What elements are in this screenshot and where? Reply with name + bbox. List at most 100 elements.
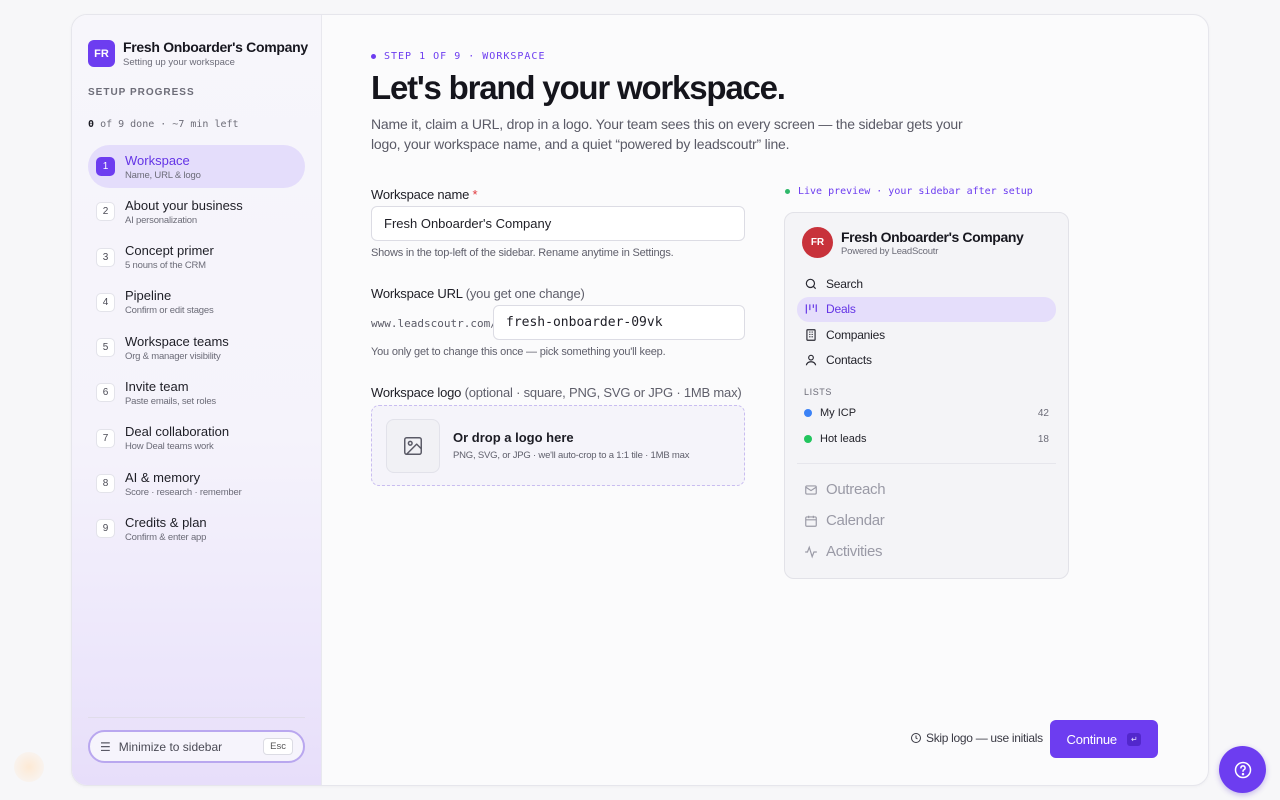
clock-icon (911, 733, 921, 743)
live-preview-label: Live preview · your sidebar after setup (785, 186, 1033, 197)
step-ai-memory[interactable]: 8 AI & memory Score · research · remember (88, 462, 305, 505)
step-invite-team[interactable]: 6 Invite team Paste emails, set roles (88, 371, 305, 414)
workspace-name-label: Workspace name * (371, 187, 478, 202)
workspace-url-input[interactable]: fresh-onboarder-09vk (493, 305, 745, 340)
brand-subtitle: Setting up your workspace (123, 57, 235, 68)
step-concept-primer[interactable]: 3 Concept primer 5 nouns of the CRM (88, 236, 305, 279)
required-marker: * (472, 187, 478, 202)
step-label: Workspace (125, 152, 190, 168)
preview-nav-calendar: Calendar (804, 512, 885, 529)
step-label: Pipeline (125, 288, 172, 304)
logo-dropzone[interactable]: Or drop a logo here PNG, SVG, or JPG · w… (371, 405, 745, 486)
preview-nav-label: Contacts (826, 353, 872, 368)
minimize-to-sidebar-button[interactable]: ☰ Minimize to sidebar Esc (88, 730, 305, 763)
step-number: 1 (96, 157, 115, 176)
preview-lists-heading: LISTS (804, 387, 833, 397)
step-sub: 5 nouns of the CRM (125, 260, 206, 272)
progress-count: 0 of 9 done · ~7 min left (88, 119, 239, 130)
mail-icon (804, 483, 818, 497)
step-sub: AI personalization (125, 214, 197, 226)
continue-button[interactable]: Continue ↵ (1050, 720, 1158, 758)
preview-nav-companies: Companies (797, 322, 1056, 348)
onboarding-window: FR Fresh Onboarder's Company Setting up … (71, 14, 1209, 786)
preview-name: Fresh Onboarder's Company (841, 228, 1024, 245)
page-title: Let's brand your workspace. (371, 69, 786, 106)
progress-rest: of 9 done · ~7 min left (100, 119, 239, 130)
preview-nav-search: Search (797, 271, 1056, 297)
url-label-text: Workspace URL (371, 286, 463, 301)
continue-label: Continue (1066, 731, 1118, 747)
step-sub: Score · research · remember (125, 486, 242, 498)
esc-key-hint: Esc (263, 738, 293, 755)
setup-sidebar: FR Fresh Onboarder's Company Setting up … (72, 15, 322, 785)
step-about-business[interactable]: 2 About your business AI personalization (88, 190, 305, 233)
page-description: Name it, claim a URL, drop in a logo. Yo… (371, 116, 963, 152)
url-prefix: www.leadscoutr.com/ (371, 317, 497, 330)
step-sub: Confirm or edit stages (125, 305, 214, 317)
step-deal-collaboration[interactable]: 7 Deal collaboration How Deal teams work (88, 417, 305, 460)
preview-nav-label: Calendar (826, 512, 885, 529)
logo-label-text: Workspace logo (371, 385, 462, 400)
preview-label-text: Live preview · your sidebar after setup (798, 186, 1033, 197)
preview-nav: Search Deals Companies Contacts (797, 271, 1056, 373)
preview-nav-label: Outreach (826, 481, 886, 498)
step-number: 8 (96, 474, 115, 494)
dropzone-title: Or drop a logo here (453, 430, 574, 445)
list-color-dot (804, 435, 812, 443)
preview-nav-contacts: Contacts (797, 348, 1056, 374)
brand-name: Fresh Onboarder's Company (123, 39, 308, 55)
list-label: My ICP (820, 407, 857, 419)
step-list: 1 Workspace Name, URL & logo 2 About your… (88, 145, 305, 553)
workspace-name-hint: Shows in the top-left of the sidebar. Re… (371, 247, 674, 259)
help-button[interactable] (1219, 746, 1266, 793)
step-pipeline[interactable]: 4 Pipeline Confirm or edit stages (88, 281, 305, 324)
brand-badge: FR (88, 40, 115, 67)
step-sub: How Deal teams work (125, 441, 214, 453)
preview-list-item: Hot leads 18 (804, 433, 1049, 445)
preview-nav-activities: Activities (804, 543, 882, 560)
step-label: Credits & plan (125, 514, 207, 530)
step-label: About your business (125, 197, 243, 213)
step-number: 6 (96, 383, 115, 403)
list-count: 42 (1037, 407, 1049, 419)
step-label: Concept primer (125, 243, 214, 259)
step-number: 2 (96, 202, 115, 222)
corner-decoration (14, 752, 44, 782)
workspace-url-label: Workspace URL (you get one change) (371, 286, 585, 301)
calendar-icon (804, 514, 818, 528)
workspace-logo-label: Workspace logo (optional · square, PNG, … (371, 385, 742, 400)
step-number: 3 (96, 247, 115, 267)
preview-nav-label: Activities (826, 543, 883, 560)
dropzone-subtitle: PNG, SVG, or JPG · we'll auto-crop to a … (453, 450, 690, 461)
menu-icon: ☰ (100, 739, 111, 754)
preview-nav-label: Search (826, 276, 863, 291)
preview-brand: FR Fresh Onboarder's Company Powered by … (802, 227, 1024, 258)
preview-nav-deals: Deals (797, 296, 1056, 322)
name-label-text: Workspace name (371, 187, 470, 202)
eyebrow-text: STEP 1 OF 9 · WORKSPACE (384, 51, 546, 62)
sidebar-divider (88, 717, 305, 718)
enter-key-hint: ↵ (1126, 732, 1142, 746)
step-eyebrow: STEP 1 OF 9 · WORKSPACE (371, 51, 545, 62)
skip-logo-button[interactable]: Skip logo — use initials (910, 731, 1043, 745)
step-workspace[interactable]: 1 Workspace Name, URL & logo (88, 145, 305, 188)
step-number: 4 (96, 292, 115, 312)
step-workspace-teams[interactable]: 5 Workspace teams Org & manager visibilit… (88, 326, 305, 369)
eyebrow-dot (371, 54, 376, 59)
building-icon (804, 328, 818, 342)
preview-powered-by: Powered by LeadScoutr (841, 245, 939, 257)
person-icon (804, 353, 818, 367)
step-sub: Name, URL & logo (125, 169, 201, 181)
workspace-name-input[interactable]: Fresh Onboarder's Company (371, 206, 745, 241)
list-label: Hot leads (820, 433, 867, 445)
step-credits-plan[interactable]: 9 Credits & plan Confirm & enter app (88, 507, 305, 550)
list-color-dot (804, 409, 812, 417)
step-sub: Confirm & enter app (125, 531, 207, 543)
preview-divider (797, 463, 1056, 464)
image-icon (386, 418, 440, 473)
url-label-note: (you get one change) (465, 286, 585, 301)
live-dot (785, 189, 790, 194)
step-label: Workspace teams (125, 333, 229, 349)
step-number: 7 (96, 428, 115, 448)
workspace-url-hint: You only get to change this once — pick … (371, 346, 666, 358)
